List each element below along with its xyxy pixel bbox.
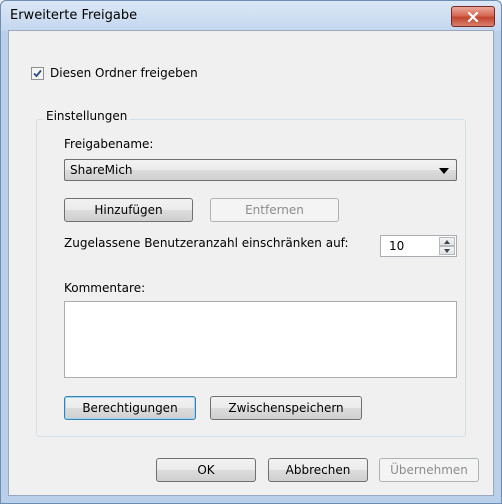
user-limit-spinner[interactable]: 10 bbox=[380, 235, 457, 257]
close-button[interactable] bbox=[451, 6, 495, 27]
user-limit-value[interactable]: 10 bbox=[389, 239, 404, 253]
ok-button[interactable]: OK bbox=[156, 458, 256, 482]
comments-label: Kommentare: bbox=[64, 281, 146, 295]
window-title: Erweiterte Freigabe bbox=[10, 8, 138, 23]
cancel-button[interactable]: Abbrechen bbox=[268, 458, 368, 482]
share-name-value: ShareMich bbox=[70, 163, 133, 177]
title-bar[interactable]: Erweiterte Freigabe bbox=[1, 1, 501, 31]
add-button-label: Hinzufügen bbox=[94, 203, 163, 217]
add-button[interactable]: Hinzufügen bbox=[64, 198, 193, 222]
share-name-dropdown[interactable]: ShareMich bbox=[64, 159, 457, 181]
spin-down-icon[interactable] bbox=[439, 246, 455, 255]
checkmark-icon bbox=[33, 69, 42, 77]
comments-field[interactable] bbox=[64, 301, 457, 378]
share-folder-checkbox[interactable] bbox=[31, 66, 44, 80]
permissions-button-label: Berechtigungen bbox=[82, 401, 178, 415]
apply-button-label: Übernehmen bbox=[390, 463, 468, 477]
user-limit-label: Zugelassene Benutzeranzahl einschränken … bbox=[64, 236, 349, 250]
caching-button[interactable]: Zwischenspeichern bbox=[210, 396, 362, 420]
apply-button[interactable]: Übernehmen bbox=[379, 458, 479, 482]
share-folder-label[interactable]: Diesen Ordner freigeben bbox=[50, 66, 198, 80]
settings-legend: Einstellungen bbox=[43, 109, 131, 123]
chevron-down-icon bbox=[439, 168, 449, 174]
remove-button-label: Entfernen bbox=[245, 203, 304, 217]
cancel-button-label: Abbrechen bbox=[285, 463, 351, 477]
share-name-label: Freigabename: bbox=[64, 137, 154, 151]
permissions-button[interactable]: Berechtigungen bbox=[64, 396, 196, 420]
caching-button-label: Zwischenspeichern bbox=[228, 401, 344, 415]
remove-button[interactable]: Entfernen bbox=[210, 198, 339, 222]
ok-button-label: OK bbox=[197, 463, 215, 477]
share-folder-checkbox-row[interactable]: Diesen Ordner freigeben bbox=[31, 66, 198, 80]
spin-up-icon[interactable] bbox=[439, 237, 455, 246]
close-icon bbox=[467, 11, 479, 22]
